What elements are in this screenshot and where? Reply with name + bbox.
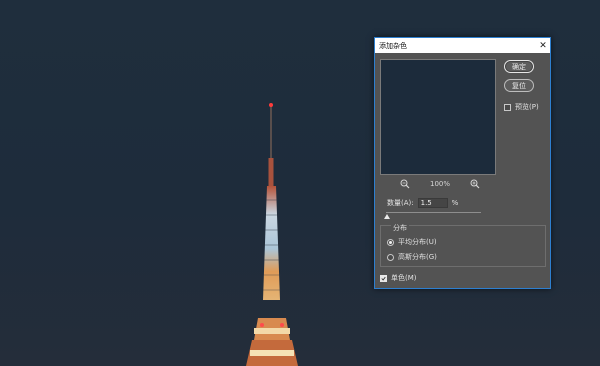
preview-option[interactable]: 预览(P) (504, 102, 539, 112)
amount-label: 数量(A): (387, 199, 414, 207)
zoom-in-icon[interactable] (470, 179, 480, 189)
add-noise-dialog: 添加杂色 ✕ 100% 确定 复位 预览(P) 数量(A): 1.5 % 分布 … (374, 37, 551, 289)
uniform-label: 平均分布(U) (398, 238, 437, 246)
uniform-option[interactable]: 平均分布(U) (387, 237, 437, 247)
amount-input[interactable]: 1.5 (417, 198, 448, 208)
gaussian-option[interactable]: 高斯分布(G) (387, 252, 437, 262)
zoom-level: 100% (429, 180, 450, 188)
zoom-out-icon[interactable] (400, 179, 410, 189)
close-icon[interactable]: ✕ (536, 39, 550, 53)
amount-row: 数量(A): 1.5 % (387, 198, 458, 208)
monochromatic-option[interactable]: 单色(M) (380, 273, 417, 283)
amount-unit: % (451, 199, 459, 207)
uniform-radio[interactable] (387, 238, 394, 246)
preview-checkbox[interactable] (504, 103, 511, 111)
distribution-title: 分布 (391, 223, 409, 233)
preview-pane[interactable] (380, 59, 496, 175)
gaussian-label: 高斯分布(G) (398, 253, 437, 261)
reset-button[interactable]: 复位 (504, 79, 534, 92)
amount-slider-thumb[interactable] (384, 214, 390, 219)
dialog-title: 添加杂色 (379, 41, 407, 50)
zoom-controls: 100% (400, 178, 480, 190)
ok-button[interactable]: 确定 (504, 60, 534, 73)
gaussian-radio[interactable] (387, 253, 394, 261)
preview-label: 预览(P) (515, 103, 539, 111)
dialog-titlebar[interactable]: 添加杂色 ✕ (375, 38, 550, 53)
monochromatic-checkbox[interactable] (380, 274, 387, 282)
amount-slider-track[interactable] (386, 212, 481, 213)
monochromatic-label: 单色(M) (391, 274, 417, 282)
checkmark-icon (381, 276, 386, 281)
